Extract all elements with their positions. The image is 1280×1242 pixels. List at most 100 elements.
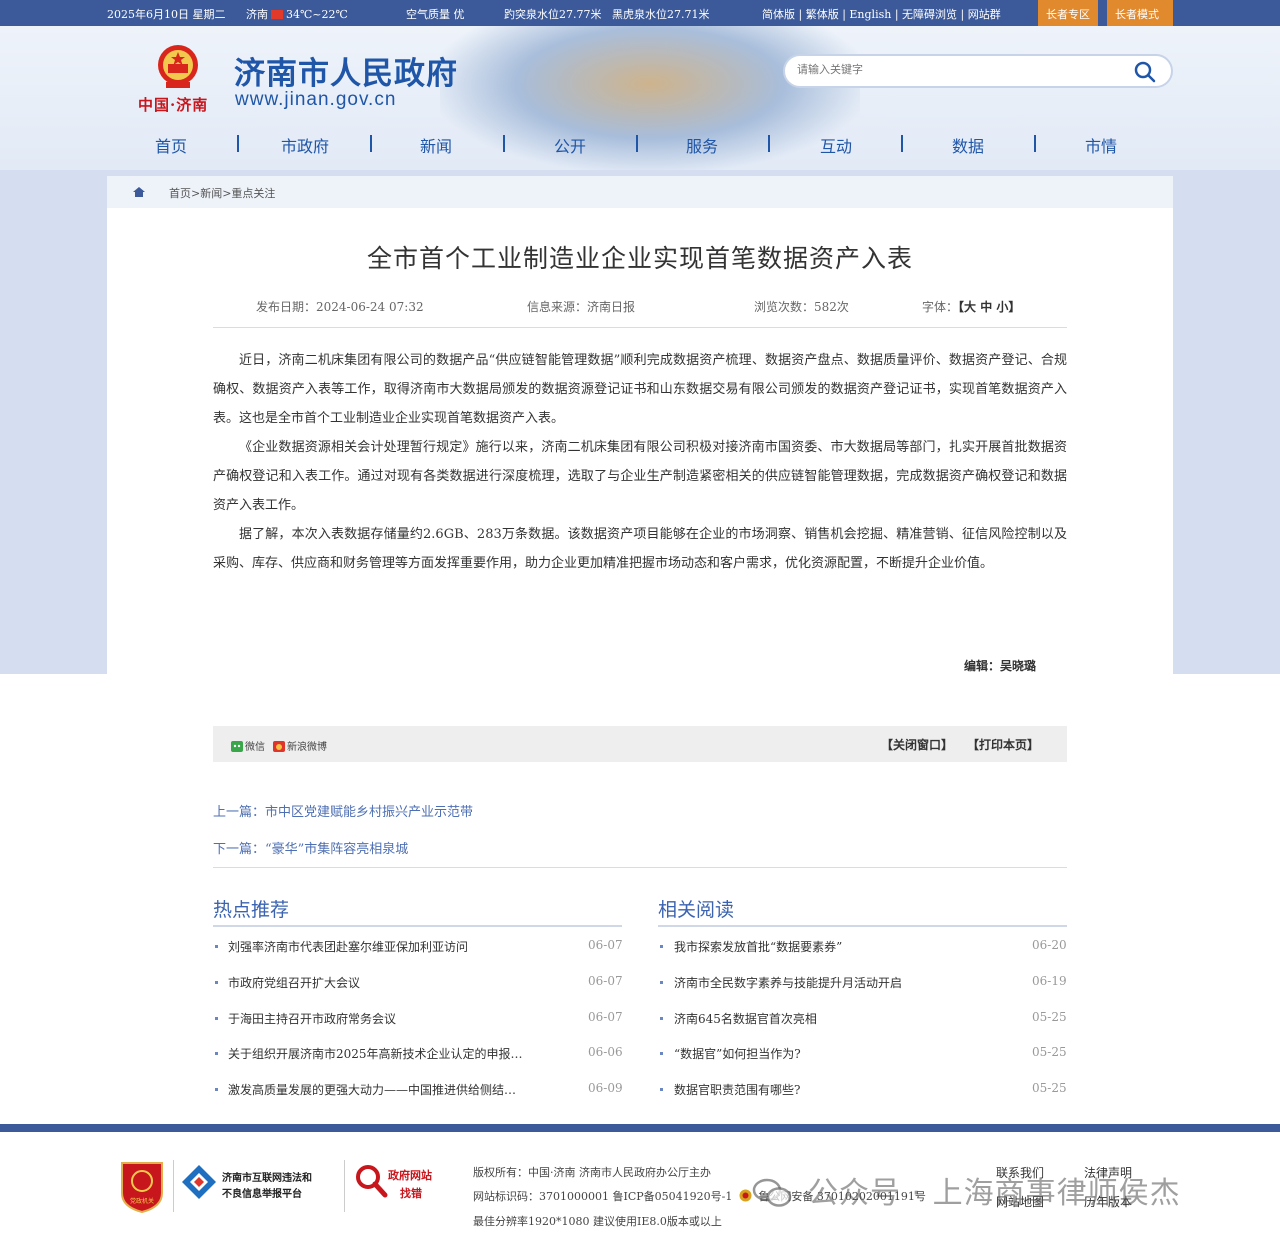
article-source: 信息来源：济南日报 xyxy=(527,300,636,314)
bullet xyxy=(215,1017,218,1020)
logo-cn-text: 中国·济南 xyxy=(138,96,209,114)
version-links[interactable]: 简体版 | 繁体版 | English | 无障碍浏览 | 网站群 xyxy=(762,6,1001,22)
nav-government[interactable]: 市政府 xyxy=(281,133,329,157)
bullet xyxy=(215,945,218,948)
share-bar: 微信 新浪微博 【关闭窗口】 【打印本页】 xyxy=(213,726,1067,762)
party-government-badge[interactable]: 党政机关 xyxy=(119,1159,165,1213)
nav-separator xyxy=(901,135,903,152)
divider xyxy=(344,1160,345,1212)
bullet xyxy=(660,1017,663,1020)
list-item-date: 05-25 xyxy=(1032,1045,1067,1059)
site-header: 中国·济南 济南市人民政府 www.jinan.gov.cn 首页 市政府 新闻… xyxy=(0,26,1280,170)
list-item[interactable]: 济南市全民数字素养与技能提升月活动开启 xyxy=(674,974,1019,991)
main-nav: 首页 市政府 新闻 公开 服务 互动 数据 市情 xyxy=(0,127,1280,161)
section-underline xyxy=(213,925,622,927)
police-badge-icon xyxy=(739,1189,752,1202)
next-article-link[interactable]: 下一篇：“豪华”市集阵容亮相泉城 xyxy=(213,838,408,857)
list-item-date: 05-25 xyxy=(1032,1081,1067,1095)
list-item-date: 06-09 xyxy=(588,1081,623,1095)
error-line-1: 政府网站 xyxy=(388,1169,432,1182)
list-item[interactable]: 济南645名数据官首次亮相 xyxy=(674,1010,1019,1027)
font-size-options[interactable]: 【大 中 小】 xyxy=(958,300,1020,314)
nav-city-info[interactable]: 市情 xyxy=(1085,133,1117,157)
nav-separator xyxy=(237,135,239,152)
report-line-2: 不良信息举报平台 xyxy=(222,1189,302,1200)
list-item[interactable]: 市政府党组召开扩大会议 xyxy=(228,974,573,991)
icp-number[interactable]: 网站标识码：3701000001 鲁ICP备05041920号-1 xyxy=(473,1190,732,1203)
article-paragraph: 近日，济南二机床集团有限公司的数据产品“供应链智能管理数据”顺利完成数据资产梳理… xyxy=(213,353,1067,426)
spring-level-2: 黑虎泉水位27.71米 xyxy=(612,8,710,21)
list-item[interactable]: 数据官职责范围有哪些? xyxy=(674,1081,1019,1098)
list-item[interactable]: “数据官”如何担当作为? xyxy=(674,1045,1019,1062)
list-item[interactable]: 刘强率济南市代表团赴塞尔维亚保加利亚访问 xyxy=(228,938,573,955)
weather-temp: 34℃~22℃ xyxy=(286,8,348,21)
weibo-icon xyxy=(273,741,285,752)
related-reading-title: 相关阅读 xyxy=(658,899,735,921)
search-input[interactable] xyxy=(797,63,1117,76)
hot-recommend-title: 热点推荐 xyxy=(213,899,290,921)
weather: 济南 34℃~22℃ xyxy=(246,6,348,22)
share-wechat-label: 微信 xyxy=(245,742,265,753)
nav-data[interactable]: 数据 xyxy=(952,133,984,157)
list-item-date: 06-06 xyxy=(588,1045,623,1059)
list-item[interactable]: 于海田主持召开市政府常务会议 xyxy=(228,1010,573,1027)
divider xyxy=(213,327,1067,328)
article-title: 全市首个工业制造业企业实现首笔数据资产入表 xyxy=(366,244,913,273)
breadcrumb-text[interactable]: 首页>新闻>重点关注 xyxy=(169,185,275,201)
nav-interaction[interactable]: 互动 xyxy=(820,133,852,157)
share-weibo-button[interactable]: 新浪微博 xyxy=(273,738,327,753)
home-icon[interactable] xyxy=(132,186,146,198)
nav-home[interactable]: 首页 xyxy=(155,133,187,157)
list-item[interactable]: 我市探索发放首批“数据要素券” xyxy=(674,938,1019,955)
elder-zone-button[interactable]: 长者专区 xyxy=(1038,0,1098,26)
air-quality: 空气质量 优 xyxy=(406,8,465,21)
bullet xyxy=(215,1088,218,1091)
article-body: 近日，济南二机床集团有限公司的数据产品“供应链智能管理数据”顺利完成数据资产梳理… xyxy=(213,346,1067,578)
spring-level-1: 趵突泉水位27.77米 xyxy=(504,8,602,21)
bullet xyxy=(660,1088,663,1091)
top-bar: 2025年6月10日 星期二 济南 34℃~22℃ 空气质量 优 趵突泉水位27.… xyxy=(0,0,1280,26)
error-line-2: 找错 xyxy=(400,1187,422,1200)
footer-divider-bar xyxy=(0,1124,1280,1132)
share-wechat-button[interactable]: 微信 xyxy=(231,738,265,753)
breadcrumb: 首页>新闻>重点关注 xyxy=(107,176,1173,208)
weather-icon xyxy=(271,10,283,19)
section-underline xyxy=(658,925,1067,927)
resolution-text: 最佳分辨率1920*1080 建议使用IE8.0版本或以上 xyxy=(473,1215,722,1228)
bullet xyxy=(660,945,663,948)
share-weibo-label: 新浪微博 xyxy=(287,742,327,753)
watermark-text: 公众号 · 上海商事律师侯杰 xyxy=(808,1176,1181,1211)
article-paragraph: 据了解，本次入表数据存储量约2.6GB、283万条数据。该数据资产项目能够在企业… xyxy=(213,527,1067,571)
copyright-text: 版权所有：中国·济南 济南市人民政府办公厅主办 xyxy=(473,1166,711,1179)
search-icon[interactable] xyxy=(1133,60,1157,84)
list-item-date: 06-07 xyxy=(588,1010,623,1024)
prev-article-link[interactable]: 上一篇：市中区党建赋能乡村振兴产业示范带 xyxy=(213,801,473,820)
magnifier-icon xyxy=(356,1165,388,1198)
search-box xyxy=(783,54,1173,88)
date-text: 2025年6月10日 星期二 xyxy=(107,8,226,21)
list-item-date: 06-19 xyxy=(1032,974,1067,988)
close-window-button[interactable]: 【关闭窗口】 xyxy=(881,736,953,753)
divider xyxy=(213,867,1067,868)
divider xyxy=(173,1160,174,1212)
weather-city: 济南 xyxy=(246,8,268,21)
bullet xyxy=(215,1052,218,1055)
site-url: www.jinan.gov.cn xyxy=(235,89,397,110)
nav-open[interactable]: 公开 xyxy=(554,133,586,157)
nav-news[interactable]: 新闻 xyxy=(420,133,452,157)
nav-separator xyxy=(370,135,372,152)
list-item-date: 06-07 xyxy=(588,938,623,952)
badge-label: 党政机关 xyxy=(130,1197,154,1205)
nav-service[interactable]: 服务 xyxy=(686,133,718,157)
list-item-date: 06-20 xyxy=(1032,938,1067,952)
bullet xyxy=(215,981,218,984)
print-page-button[interactable]: 【打印本页】 xyxy=(967,736,1039,753)
national-emblem-icon xyxy=(158,45,198,88)
site-name[interactable]: 济南市人民政府 xyxy=(234,48,458,93)
elder-mode-button[interactable]: 长者模式 xyxy=(1107,0,1173,26)
wechat-icon xyxy=(231,741,243,752)
bullet xyxy=(660,1052,663,1055)
list-item[interactable]: 关于组织开展济南市2025年高新技术企业认定的申报… xyxy=(228,1045,573,1062)
list-item[interactable]: 激发高质量发展的更强大动力——中国推进供给侧结… xyxy=(228,1081,573,1098)
font-size-label: 字体： xyxy=(922,300,959,314)
